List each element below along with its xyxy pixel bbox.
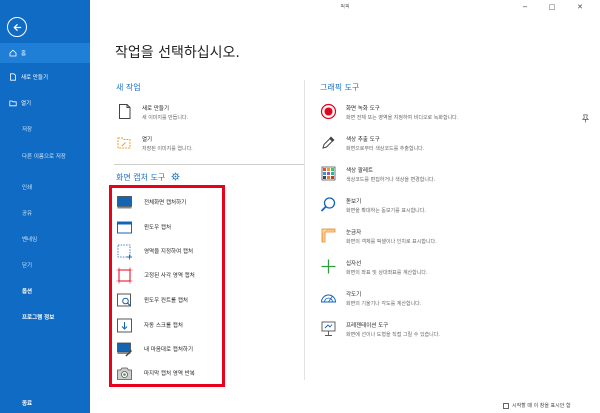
palette-grid-icon xyxy=(320,165,337,182)
item-title: 각도기 xyxy=(346,292,362,298)
folder-icon xyxy=(9,99,17,107)
settings-gear-icon[interactable] xyxy=(171,172,180,183)
capture-tools-label: 화면 캡처 도구 xyxy=(116,173,166,182)
item-title: 색상 팔레트 xyxy=(346,168,374,174)
sidebar-item-home[interactable]: 홈 xyxy=(0,43,90,63)
startup-checkbox[interactable] xyxy=(503,402,509,409)
sidebar-item-label: 벤네임 xyxy=(22,237,38,243)
sidebar-item-rename[interactable]: 벤네임 xyxy=(0,229,90,249)
titlebar: 픽픽 − □ ✕ xyxy=(90,0,600,14)
item-desc: 색상코드를 편집하거나 색상을 변경합니다. xyxy=(346,177,436,183)
item-desc: 화면의 좌표 및 상대좌표를 계산합니다. xyxy=(346,270,428,276)
item-desc: 화면의 객체를 픽셀이나 인치로 표시합니다. xyxy=(346,239,437,245)
item-title: 화면 녹화 도구 xyxy=(346,106,380,112)
item-title: 색상 추출 도구 xyxy=(346,137,380,143)
startup-option[interactable]: 시작할 때 이 창을 표시안 함 xyxy=(503,402,571,409)
back-arrow-icon[interactable] xyxy=(7,17,27,37)
sidebar-item-print[interactable]: 인쇄 xyxy=(0,177,90,197)
sidebar-item-label: 프로그램 정보 xyxy=(22,315,55,321)
maximize-button[interactable]: □ xyxy=(546,1,558,12)
ruler-icon xyxy=(320,227,337,244)
new-document-icon xyxy=(116,103,133,120)
open-image-item[interactable]: 열기 저장된 이미지를 엽니다. xyxy=(116,134,193,152)
sidebar-item-label: 닫기 xyxy=(22,263,33,269)
presentation-board-icon xyxy=(320,320,337,337)
item-desc: 화면으로부터 색상코드를 추출합니다. xyxy=(346,146,425,152)
new-image-item[interactable]: 새로 만들기 새 이미지를 만듭니다. xyxy=(116,103,188,121)
item-desc: 화면을 확대하는 돋보기를 표시합니다. xyxy=(346,208,426,214)
crosshair-item[interactable]: 십자선 화면의 좌표 및 상대좌표를 계산합니다. xyxy=(320,258,428,276)
item-desc: 화면에 선이나 도형을 직접 그릴 수 있습니다. xyxy=(346,332,440,338)
color-picker-item[interactable]: 색상 추출 도구 화면으로부터 색상코드를 추출합니다. xyxy=(320,134,424,152)
color-palette-item[interactable]: 색상 팔레트 색상코드를 편집하거나 색상을 변경합니다. xyxy=(320,165,435,183)
sidebar: 홈 새로 만들기 열기 저장 다른 이름으로 저장 인쇄 공유 벤네임 닫기 옵… xyxy=(0,0,90,413)
sidebar-item-share[interactable]: 공유 xyxy=(0,203,90,223)
sidebar-item-label: 다른 이름으로 저장 xyxy=(22,154,66,160)
section-divider xyxy=(114,164,304,165)
open-folder-icon xyxy=(116,134,133,151)
presentation-tool-item[interactable]: 프레젠테이션 도구 화면에 선이나 도형을 직접 그릴 수 있습니다. xyxy=(320,320,440,338)
close-button[interactable]: ✕ xyxy=(574,1,586,12)
new-task-title: 새 작업 xyxy=(116,83,141,92)
item-title: 돋보기 xyxy=(346,199,362,205)
new-file-icon xyxy=(9,73,17,81)
ruler-item[interactable]: 눈금자 화면의 객체를 픽셀이나 인치로 표시합니다. xyxy=(320,227,437,245)
item-title: 프레젠테이션 도구 xyxy=(346,323,389,329)
pin-icon[interactable] xyxy=(581,114,590,125)
crosshair-icon xyxy=(320,258,337,275)
sidebar-item-label: 열기 xyxy=(21,101,32,107)
sidebar-item-label: 홈 xyxy=(21,51,27,57)
sidebar-item-about[interactable]: 프로그램 정보 xyxy=(0,307,90,327)
record-icon xyxy=(320,103,337,120)
protractor-item[interactable]: 각도기 화면의 기울기나 각도를 계산합니다. xyxy=(320,289,421,307)
sidebar-item-label: 공유 xyxy=(22,211,33,217)
sidebar-item-label: 옵션 xyxy=(22,289,33,295)
sidebar-item-save-as[interactable]: 다른 이름으로 저장 xyxy=(0,146,90,166)
screen-recorder-item[interactable]: 화면 녹화 도구 화면 전체 또는 영역을 지정하여 비디오로 녹화합니다. xyxy=(320,103,458,121)
item-desc: 화면의 기울기나 각도를 계산합니다. xyxy=(346,301,422,307)
item-title: 새로 만들기 xyxy=(142,106,170,112)
sidebar-item-open[interactable]: 열기 xyxy=(0,93,90,113)
magnifier-icon xyxy=(320,196,337,213)
magnifier-item[interactable]: 돋보기 화면을 확대하는 돋보기를 표시합니다. xyxy=(320,196,426,214)
home-icon xyxy=(9,49,17,57)
protractor-icon xyxy=(320,289,337,306)
sidebar-item-label: 새로 만들기 xyxy=(21,75,49,81)
capture-tools-highlight xyxy=(109,185,225,387)
page-title: 작업을 선택하십시오. xyxy=(115,45,240,61)
sidebar-item-options[interactable]: 옵션 xyxy=(0,281,90,301)
item-title: 십자선 xyxy=(346,261,362,267)
capture-tools-title: 화면 캡처 도구 xyxy=(116,172,180,183)
startup-label: 시작할 때 이 창을 표시안 함 xyxy=(512,403,571,409)
item-title: 눈금자 xyxy=(346,230,362,236)
sidebar-item-new[interactable]: 새로 만들기 xyxy=(0,67,90,87)
item-title: 열기 xyxy=(142,137,153,143)
minimize-button[interactable]: − xyxy=(519,1,531,12)
sidebar-item-exit[interactable]: 종료 xyxy=(0,393,90,413)
sidebar-item-label: 저장 xyxy=(22,127,33,133)
item-desc: 저장된 이미지를 엽니다. xyxy=(142,146,193,152)
sidebar-item-save[interactable]: 저장 xyxy=(0,119,90,139)
sidebar-item-label: 인쇄 xyxy=(22,185,33,191)
sidebar-item-close[interactable]: 닫기 xyxy=(0,255,90,275)
eyedropper-icon xyxy=(320,134,337,151)
column-divider xyxy=(304,80,305,380)
item-desc: 새 이미지를 만듭니다. xyxy=(142,115,189,121)
item-desc: 화면 전체 또는 영역을 지정하여 비디오로 녹화합니다. xyxy=(346,115,459,121)
sidebar-item-label: 종료 xyxy=(22,401,33,407)
graphic-tools-title: 그래픽 도구 xyxy=(320,83,360,92)
